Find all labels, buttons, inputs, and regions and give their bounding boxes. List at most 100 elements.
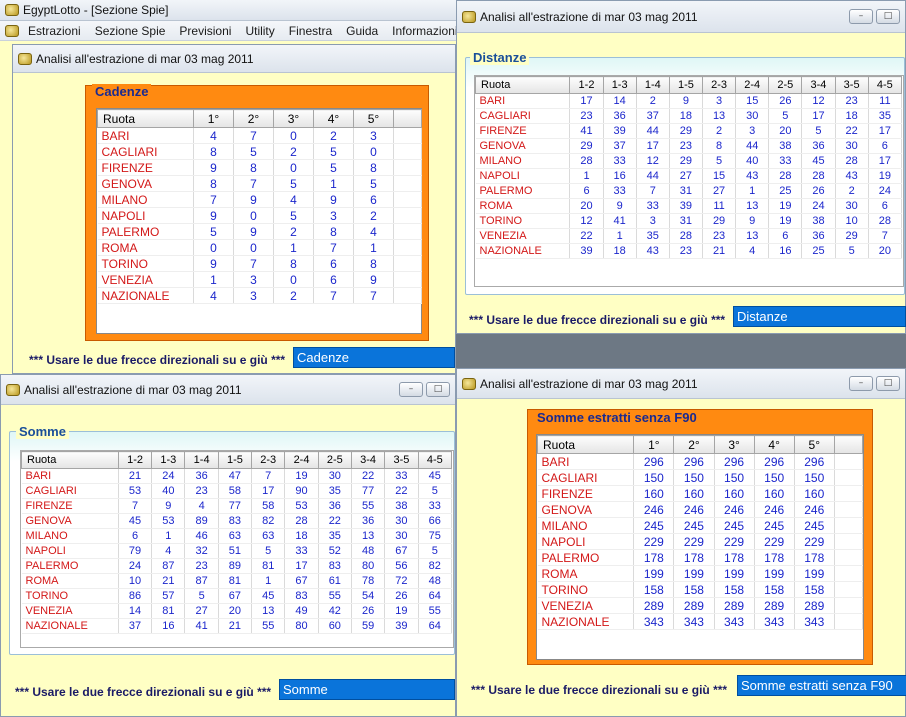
column-header[interactable]: 2-3 bbox=[701, 76, 737, 94]
column-header[interactable]: 1-5 bbox=[668, 76, 704, 94]
table-row[interactable]: PALERMO 5 9 2 8 4 bbox=[97, 223, 422, 240]
table-row[interactable]: CAGLIARI 150 150 150 150 150 bbox=[537, 469, 864, 486]
table-row[interactable]: PALERMO 24 87 23 89 81 17 83 80 56 82 bbox=[21, 558, 453, 574]
sommef90-titlebar[interactable]: Analisi all'estrazione di mar 03 mag 201… bbox=[457, 369, 905, 399]
column-header[interactable]: 3-5 bbox=[834, 76, 869, 94]
column-header[interactable]: 1° bbox=[633, 435, 675, 454]
table-row[interactable]: PALERMO 6 33 7 31 27 1 25 26 2 24 bbox=[475, 183, 903, 199]
table-row[interactable]: GENOVA 45 53 89 83 82 28 22 36 30 66 bbox=[21, 513, 453, 529]
column-header[interactable]: 2-4 bbox=[284, 451, 319, 469]
table-row[interactable]: CAGLIARI 8 5 2 5 0 bbox=[97, 143, 422, 160]
menu-utility[interactable]: Utility bbox=[238, 24, 281, 38]
table-row[interactable]: NAPOLI 79 4 32 51 5 33 52 48 67 5 bbox=[21, 543, 453, 559]
column-header[interactable]: 1-2 bbox=[569, 76, 604, 94]
maximize-icon[interactable]: □ bbox=[426, 382, 450, 397]
column-header[interactable]: 2-5 bbox=[317, 451, 352, 469]
table-row[interactable]: VENEZIA 14 81 27 20 13 49 42 26 19 55 bbox=[21, 603, 453, 619]
table-row[interactable]: FIRENZE 7 9 4 77 58 53 36 55 38 33 bbox=[21, 498, 453, 514]
table-row[interactable]: FIRENZE 9 8 0 5 8 bbox=[97, 159, 422, 176]
column-header[interactable]: 3° bbox=[273, 109, 314, 128]
table-row[interactable]: FIRENZE 41 39 44 29 2 3 20 5 22 17 bbox=[475, 123, 903, 139]
table-row[interactable]: ROMA 10 21 87 81 1 67 61 78 72 48 bbox=[21, 573, 453, 589]
column-header-ruota[interactable]: Ruota bbox=[536, 435, 635, 454]
table-row[interactable]: VENEZIA 22 1 35 28 23 13 6 36 29 7 bbox=[475, 228, 903, 244]
column-header[interactable]: 2° bbox=[233, 109, 274, 128]
table-row[interactable]: NAPOLI 229 229 229 229 229 bbox=[537, 533, 864, 550]
table-row[interactable]: GENOVA 29 37 17 23 8 44 38 36 30 6 bbox=[475, 138, 903, 154]
table-row[interactable]: GENOVA 246 246 246 246 246 bbox=[537, 501, 864, 518]
table-row[interactable]: NAZIONALE 37 16 41 21 55 80 60 59 39 64 bbox=[21, 618, 453, 634]
column-header[interactable]: 1-3 bbox=[602, 76, 637, 94]
menu-informazioni[interactable]: Informazioni bbox=[385, 24, 456, 38]
table-row[interactable]: TORINO 86 57 5 67 45 83 55 54 26 64 bbox=[21, 588, 453, 604]
column-header[interactable]: 5° bbox=[793, 435, 835, 454]
table-row[interactable]: ROMA 0 0 1 7 1 bbox=[97, 239, 422, 256]
column-header[interactable]: 1-4 bbox=[184, 451, 219, 469]
column-header[interactable]: 1° bbox=[193, 109, 234, 128]
table-row[interactable]: CAGLIARI 23 36 37 18 13 30 5 17 18 35 bbox=[475, 108, 903, 124]
minimize-icon[interactable]: – bbox=[399, 382, 423, 397]
maximize-icon[interactable]: □ bbox=[876, 9, 900, 24]
column-header[interactable]: 4° bbox=[313, 109, 354, 128]
table-row[interactable]: NAPOLI 1 16 44 27 15 43 28 28 43 19 bbox=[475, 168, 903, 184]
column-header[interactable]: 3-4 bbox=[350, 451, 386, 469]
table-row[interactable]: TORINO 158 158 158 158 158 bbox=[537, 581, 864, 598]
column-header[interactable]: 1-3 bbox=[151, 451, 186, 469]
table-row[interactable]: GENOVA 8 7 5 1 5 bbox=[97, 175, 422, 192]
table-row[interactable]: NAZIONALE 343 343 343 343 343 bbox=[537, 613, 864, 630]
table-row[interactable]: ROMA 20 9 33 39 11 13 19 24 30 6 bbox=[475, 198, 903, 214]
column-header[interactable]: 4° bbox=[753, 435, 795, 454]
maximize-icon[interactable]: □ bbox=[876, 376, 900, 391]
table-row[interactable]: MILANO 6 1 46 63 63 18 35 13 30 75 bbox=[21, 528, 453, 544]
table-row[interactable]: BARI 17 14 2 9 3 15 26 12 23 11 bbox=[475, 93, 903, 109]
menu-sezione-spie[interactable]: Sezione Spie bbox=[88, 24, 173, 38]
menu-previsioni[interactable]: Previsioni bbox=[172, 24, 238, 38]
column-header[interactable]: 5° bbox=[353, 109, 394, 128]
table-row[interactable]: PALERMO 178 178 178 178 178 bbox=[537, 549, 864, 566]
column-header-ruota[interactable]: Ruota bbox=[21, 451, 119, 469]
column-header[interactable]: 1-5 bbox=[217, 451, 253, 469]
column-header-ruota[interactable]: Ruota bbox=[474, 76, 571, 94]
menu-finestra[interactable]: Finestra bbox=[282, 24, 339, 38]
table-row[interactable]: TORINO 9 7 8 6 8 bbox=[97, 255, 422, 272]
table-row[interactable]: NAZIONALE 4 3 2 7 7 bbox=[97, 287, 422, 304]
table-row[interactable]: MILANO 245 245 245 245 245 bbox=[537, 517, 864, 534]
table-row[interactable]: MILANO 28 33 12 29 5 40 33 45 28 17 bbox=[475, 153, 903, 169]
table-row[interactable]: VENEZIA 1 3 0 6 9 bbox=[97, 271, 422, 288]
column-header[interactable]: 3-5 bbox=[384, 451, 419, 469]
table-row[interactable]: FIRENZE 160 160 160 160 160 bbox=[537, 485, 864, 502]
mdi-child-icon[interactable] bbox=[5, 24, 19, 37]
table-row[interactable]: NAZIONALE 39 18 43 23 21 4 16 25 5 20 bbox=[475, 243, 903, 259]
somme-select[interactable]: Somme bbox=[279, 679, 455, 700]
column-header[interactable]: 2-4 bbox=[735, 76, 770, 94]
table-row[interactable]: CAGLIARI 53 40 23 58 17 90 35 77 22 5 bbox=[21, 483, 453, 499]
table-row[interactable]: TORINO 12 41 3 31 29 9 19 38 10 28 bbox=[475, 213, 903, 229]
distanze-select[interactable]: Distanze bbox=[733, 306, 906, 327]
somme-titlebar[interactable]: Analisi all'estrazione di mar 03 mag 201… bbox=[1, 375, 455, 405]
distanze-titlebar[interactable]: Analisi all'estrazione di mar 03 mag 201… bbox=[457, 1, 905, 33]
menu-estrazioni[interactable]: Estrazioni bbox=[21, 24, 88, 38]
table-row[interactable]: BARI 4 7 0 2 3 bbox=[97, 127, 422, 144]
column-header[interactable]: 3° bbox=[713, 435, 755, 454]
column-header[interactable]: 1-4 bbox=[635, 76, 670, 94]
column-header-ruota[interactable]: Ruota bbox=[97, 109, 194, 128]
cadenze-titlebar[interactable]: Analisi all'estrazione di mar 03 mag 201… bbox=[13, 45, 455, 73]
column-header[interactable]: 1-2 bbox=[117, 451, 153, 469]
table-row[interactable]: MILANO 7 9 4 9 6 bbox=[97, 191, 422, 208]
cadenze-select[interactable]: Cadenze bbox=[293, 347, 455, 368]
minimize-icon[interactable]: – bbox=[849, 376, 873, 391]
sommef90-select[interactable]: Somme estratti senza F90 bbox=[737, 675, 906, 696]
column-header[interactable]: 3-4 bbox=[801, 76, 836, 94]
column-header[interactable]: 2-5 bbox=[768, 76, 803, 94]
table-row[interactable]: ROMA 199 199 199 199 199 bbox=[537, 565, 864, 582]
table-row[interactable]: BARI 21 24 36 47 7 19 30 22 33 45 bbox=[21, 468, 453, 484]
column-header[interactable]: 2-3 bbox=[251, 451, 286, 469]
column-header[interactable]: 4-5 bbox=[867, 76, 903, 94]
table-row[interactable]: BARI 296 296 296 296 296 bbox=[537, 453, 864, 470]
column-header[interactable]: 4-5 bbox=[417, 451, 453, 469]
table-row[interactable]: VENEZIA 289 289 289 289 289 bbox=[537, 597, 864, 614]
table-row[interactable]: NAPOLI 9 0 5 3 2 bbox=[97, 207, 422, 224]
menu-guida[interactable]: Guida bbox=[339, 24, 385, 38]
minimize-icon[interactable]: – bbox=[849, 9, 873, 24]
column-header[interactable]: 2° bbox=[673, 435, 715, 454]
